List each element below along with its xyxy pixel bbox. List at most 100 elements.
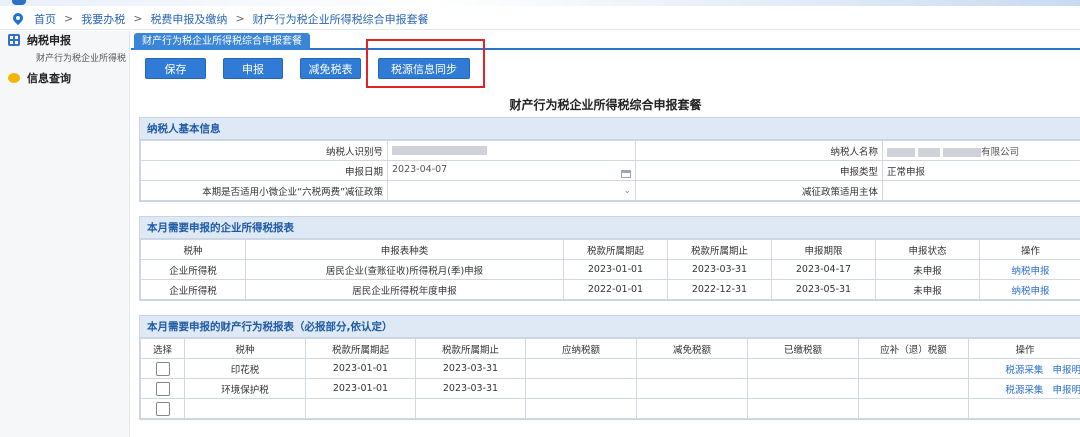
period-end-cell <box>415 398 526 419</box>
tab-bar: 财产行为税企业所得税综合申报套餐 <box>131 31 1080 50</box>
column-header: 申报表种类 <box>245 239 564 260</box>
page-title: 财产行为税企业所得税综合申报套餐 <box>509 98 702 112</box>
sidebar-group-info-query[interactable]: 信息查询 <box>0 69 129 87</box>
deadline-cell: 2023-04-17 <box>771 259 876 280</box>
toolbar: 保存 申报 减免税表 税源信息同步 <box>131 50 1080 87</box>
calendar-icon[interactable] <box>621 169 631 178</box>
row-checkbox[interactable] <box>155 401 170 416</box>
declare-date-label: 申报日期 <box>140 160 388 181</box>
tax-exempt-cell <box>636 378 748 399</box>
breadcrumb: 首页 > 我要办税 > 税费申报及缴纳 > 财产行为税企业所得税综合申报套餐 <box>0 8 1080 30</box>
select-cell <box>140 378 185 399</box>
small-business-policy-select[interactable]: ⌄ <box>387 180 636 201</box>
sidebar-group-label: 纳税申报 <box>27 34 71 47</box>
period-end-cell: 2023-03-31 <box>667 259 772 280</box>
row-checkbox[interactable] <box>155 381 170 396</box>
action-cell <box>968 398 1080 419</box>
redacted-block <box>887 147 915 157</box>
tab-combined-declaration[interactable]: 财产行为税企业所得税综合申报套餐 <box>134 33 310 50</box>
declare-detail-link[interactable]: 申报明 <box>1052 385 1080 396</box>
period-end-cell: 2023-03-31 <box>415 358 526 379</box>
column-header: 应纳税额 <box>525 338 637 359</box>
tax-paid-cell <box>747 358 859 379</box>
period-start-cell <box>305 398 416 419</box>
policy-subject-label: 减征政策适用主体 <box>635 180 883 201</box>
declare-button[interactable]: 申报 <box>223 58 283 79</box>
highlight-box <box>366 39 485 88</box>
declare-type-value: 正常申报 <box>882 160 1080 181</box>
taxpayer-info-section: 纳税人基本信息 纳税人识别号 纳税人名称 有限公司 申报日期 2023-04-0… <box>139 117 1080 202</box>
row-checkbox[interactable] <box>155 361 170 376</box>
column-header: 税款所属期止 <box>667 239 772 260</box>
declare-type-label: 申报类型 <box>635 160 883 181</box>
tax-payable-cell <box>525 398 637 419</box>
select-cell <box>140 358 185 379</box>
tax-type-cell: 环境保护税 <box>184 378 306 399</box>
chat-icon <box>8 73 20 83</box>
tax-source-collect-link[interactable]: 税源采集 <box>1005 365 1043 376</box>
redacted-block <box>918 147 941 157</box>
tax-payable-cell <box>525 378 637 399</box>
action-cell: 税源采集 申报明 <box>968 378 1080 399</box>
tax-type-cell: 企业所得税 <box>140 279 246 300</box>
table-row: 企业所得税 居民企业(查账征收)所得税月(季)申报 2023-01-01 202… <box>140 259 1080 280</box>
income-tax-section: 本月需要申报的企业所得税报表 税种 申报表种类 税款所属期起 税款所属期止 申报… <box>139 216 1080 301</box>
column-header: 应补（退）税额 <box>858 338 969 359</box>
column-header: 申报期限 <box>771 239 876 260</box>
table-row: 环境保护税 2023-01-01 2023-03-31 税源采集 申报明 <box>140 378 1080 399</box>
tax-exemption-button[interactable]: 减免税表 <box>300 58 361 79</box>
tax-due-cell <box>858 398 969 419</box>
sidebar-group-label: 信息查询 <box>27 72 71 85</box>
column-header: 税款所属期止 <box>415 338 526 359</box>
tax-due-cell <box>858 378 969 399</box>
breadcrumb-separator: > <box>133 12 143 25</box>
period-end-cell: 2023-03-31 <box>415 378 526 399</box>
taxpayer-name-label: 纳税人名称 <box>635 140 883 161</box>
breadcrumb-declare-pay[interactable]: 税费申报及缴纳 <box>150 11 227 27</box>
property-tax-table: 选择 税种 税款所属期起 税款所属期止 应纳税额 减免税额 已缴税额 应补（退）… <box>140 338 1080 419</box>
column-header: 操作 <box>979 239 1080 260</box>
tax-paid-cell <box>747 378 859 399</box>
declare-detail-link[interactable]: 申报明 <box>1052 365 1080 376</box>
period-start-cell: 2023-01-01 <box>563 259 668 280</box>
column-header: 已缴税额 <box>747 338 859 359</box>
breadcrumb-home[interactable]: 首页 <box>34 11 56 27</box>
top-banner-strip <box>0 0 1080 6</box>
section-heading: 本月需要申报的财产行为税报表（必报部分,依认定） <box>140 316 1080 338</box>
declare-date-field[interactable]: 2023-04-07 <box>387 160 636 181</box>
column-header: 申报状态 <box>875 239 980 260</box>
column-header: 操作 <box>968 338 1080 359</box>
tax-type-cell: 企业所得税 <box>140 259 246 280</box>
policy-subject-value <box>882 180 1080 201</box>
section-heading: 纳税人基本信息 <box>140 118 1080 140</box>
table-row: 印花税 2023-01-01 2023-03-31 税源采集 申报明 <box>140 358 1080 379</box>
tax-exempt-cell <box>636 358 748 379</box>
income-tax-table: 税种 申报表种类 税款所属期起 税款所属期止 申报期限 申报状态 操作 企业所得… <box>140 239 1080 300</box>
table-header-row: 选择 税种 税款所属期起 税款所属期止 应纳税额 减免税额 已缴税额 应补（退）… <box>140 338 1080 359</box>
declare-link[interactable]: 纳税申报 <box>979 259 1080 280</box>
logo-icon <box>12 0 26 5</box>
table-row: 企业所得税 居民企业所得税年度申报 2022-01-01 2022-12-31 … <box>140 279 1080 300</box>
column-header: 税款所属期起 <box>305 338 416 359</box>
period-start-cell: 2023-01-01 <box>305 378 416 399</box>
taxpayer-id-label: 纳税人识别号 <box>140 140 388 161</box>
period-start-cell: 2023-01-01 <box>305 358 416 379</box>
taxpayer-name-suffix: 有限公司 <box>981 146 1020 158</box>
sidebar-item-property-income-tax[interactable]: 财产行为税企业所得税 <box>0 49 129 69</box>
taxpayer-name-value: 有限公司 <box>882 140 1080 161</box>
tax-source-collect-link[interactable]: 税源采集 <box>1005 385 1043 396</box>
declare-link[interactable]: 纳税申报 <box>979 279 1080 300</box>
sidebar-group-tax-declare[interactable]: 纳税申报 <box>0 31 129 49</box>
column-header: 选择 <box>140 338 185 359</box>
main-content: 财产行为税企业所得税综合申报套餐 保存 申报 减免税表 税源信息同步 财产行为税… <box>131 31 1080 437</box>
tax-due-cell <box>858 358 969 379</box>
breadcrumb-tax-service[interactable]: 我要办税 <box>81 11 125 27</box>
tax-exempt-cell <box>636 398 748 419</box>
action-cell: 税源采集 申报明 <box>968 358 1080 379</box>
grid-icon <box>8 34 20 46</box>
save-button[interactable]: 保存 <box>145 58 206 79</box>
select-cell <box>140 398 185 419</box>
sidebar: 纳税申报 财产行为税企业所得税 信息查询 <box>0 31 130 437</box>
breadcrumb-current[interactable]: 财产行为税企业所得税综合申报套餐 <box>253 11 429 27</box>
breadcrumb-separator: > <box>235 12 245 25</box>
